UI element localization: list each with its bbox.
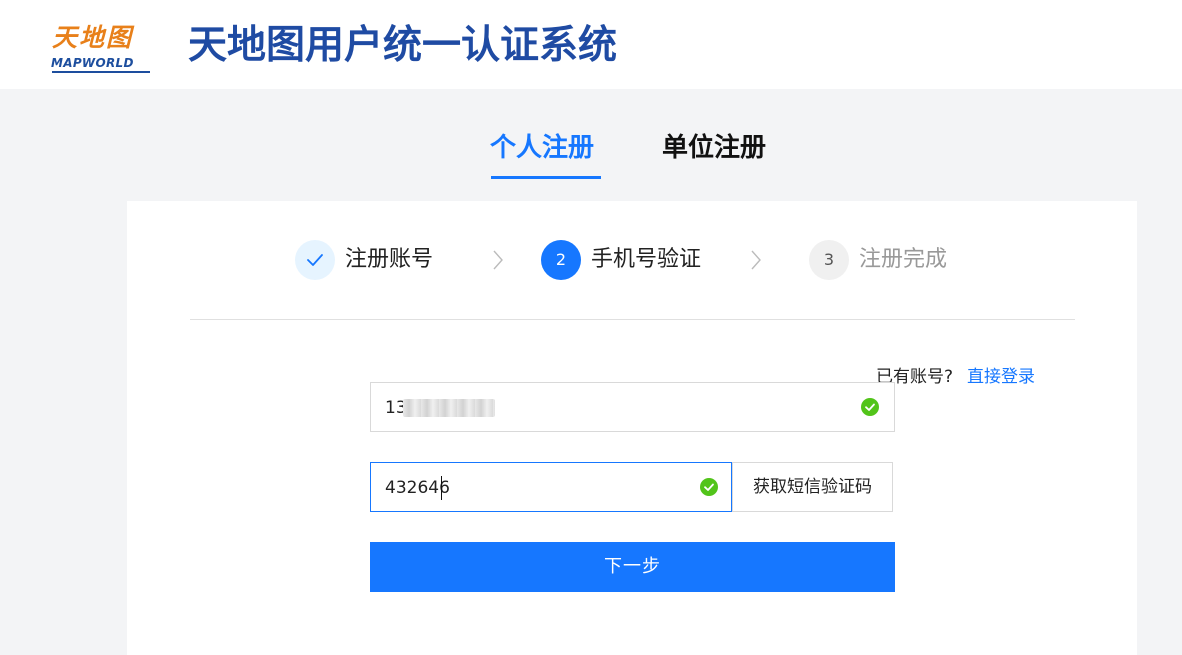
active-tab-indicator [491, 176, 601, 179]
text-cursor [441, 476, 442, 500]
system-title: 天地图用户统一认证系统 [188, 23, 618, 68]
step-2-number: 2 [541, 240, 581, 280]
chevron-right-icon [493, 250, 503, 270]
phone-input[interactable]: 13 [370, 382, 895, 432]
header-bar: 天地图 MAPWORLD 天地图用户统一认证系统 [0, 0, 1182, 89]
tab-personal-registration[interactable]: 个人注册 [490, 128, 594, 168]
step-1-label: 注册账号 [345, 247, 434, 272]
phone-redacted-mask [403, 399, 495, 417]
success-check-icon [700, 478, 718, 496]
step-3-label: 注册完成 [859, 247, 948, 272]
step-3-number: 3 [809, 240, 849, 280]
next-step-button[interactable]: 下一步 [370, 542, 895, 592]
step-1-check-icon [295, 240, 335, 280]
direct-login-link[interactable]: 直接登录 [967, 364, 1035, 390]
success-check-icon [861, 398, 879, 416]
chevron-right-icon [751, 250, 761, 270]
logo-underline [52, 71, 150, 73]
get-sms-code-button[interactable]: 获取短信验证码 [732, 462, 893, 512]
step-2-label: 手机号验证 [591, 247, 702, 272]
steps-divider [190, 319, 1075, 320]
logo-english-text: MAPWORLD [51, 56, 134, 70]
checkmark-icon [307, 254, 323, 266]
tab-organization-registration[interactable]: 单位注册 [662, 128, 766, 168]
mapworld-logo[interactable]: 天地图 MAPWORLD [50, 22, 154, 74]
logo-chinese-text: 天地图 [52, 23, 134, 52]
sms-code-input[interactable]: 432646 [370, 462, 732, 512]
